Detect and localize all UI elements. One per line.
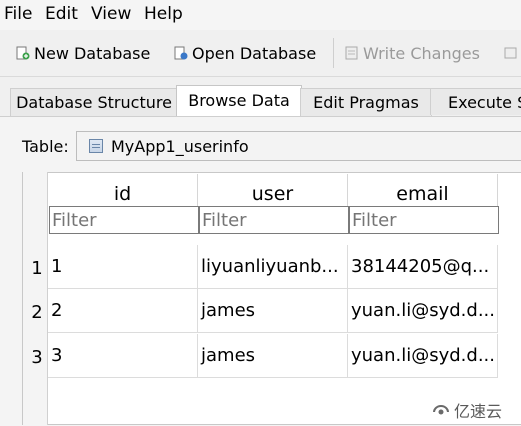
menu-bar: File Edit View Help — [0, 0, 521, 30]
row-header-column — [22, 172, 48, 425]
filter-input-id[interactable] — [49, 206, 199, 234]
menu-edit[interactable]: Edit — [45, 4, 78, 24]
tab-execute-sql[interactable]: Execute SQL — [430, 88, 521, 115]
column-header-user[interactable]: user — [198, 174, 348, 208]
new-database-button[interactable]: New Database — [16, 42, 150, 64]
revert-changes-button[interactable] — [504, 42, 521, 64]
open-database-icon — [174, 46, 188, 60]
filter-input-user[interactable] — [199, 206, 349, 234]
table-select-value: MyApp1_userinfo — [111, 136, 249, 156]
tab-edit-pragmas[interactable]: Edit Pragmas — [300, 88, 432, 116]
watermark-text: 亿速云 — [454, 402, 503, 421]
table-cell-id[interactable]: 1 — [48, 245, 198, 289]
table-cell-user[interactable]: liyuanliyuanb... — [198, 245, 348, 289]
tab-bar: Database Structure Browse Data Edit Prag… — [0, 76, 521, 117]
filter-input-email[interactable] — [349, 206, 499, 234]
tab-database-structure[interactable]: Database Structure — [10, 88, 178, 116]
table-select[interactable]: MyApp1_userinfo — [76, 131, 521, 161]
row-number[interactable]: 1 — [28, 258, 46, 279]
row-number[interactable]: 2 — [28, 302, 46, 323]
table-cell-email[interactable]: 38144205@q... — [348, 245, 498, 289]
row-number[interactable]: 3 — [28, 347, 46, 368]
table-label: Table: — [22, 137, 69, 156]
open-database-label: Open Database — [192, 43, 317, 63]
table-cell-id[interactable]: 3 — [48, 334, 198, 378]
table-cell-email[interactable]: yuan.li@syd.d... — [348, 334, 498, 378]
write-changes-button[interactable]: Write Changes — [345, 42, 480, 64]
menu-help[interactable]: Help — [144, 4, 183, 24]
open-database-button[interactable]: Open Database — [174, 42, 316, 64]
watermark: 亿速云 — [432, 398, 502, 422]
table-cell-user[interactable]: james — [198, 289, 348, 333]
new-database-icon — [16, 46, 30, 60]
write-changes-icon — [345, 46, 358, 60]
toolbar-separator — [333, 38, 334, 68]
write-changes-label: Write Changes — [363, 43, 480, 63]
column-header-email[interactable]: email — [348, 174, 498, 208]
tab-browse-data[interactable]: Browse Data — [176, 85, 302, 117]
table-icon — [89, 139, 103, 153]
table-cell-id[interactable]: 2 — [48, 289, 198, 333]
table-cell-email[interactable]: yuan.li@syd.d... — [348, 289, 498, 333]
toolbar: New Database Open Database Write Changes — [0, 30, 521, 77]
menu-view[interactable]: View — [91, 4, 131, 24]
new-database-label: New Database — [34, 43, 151, 63]
table-cell-user[interactable]: james — [198, 334, 348, 378]
revert-changes-icon — [504, 47, 517, 59]
column-header-id[interactable]: id — [48, 174, 198, 208]
menu-file[interactable]: File — [4, 4, 32, 24]
yisu-cloud-logo-icon — [433, 404, 449, 415]
